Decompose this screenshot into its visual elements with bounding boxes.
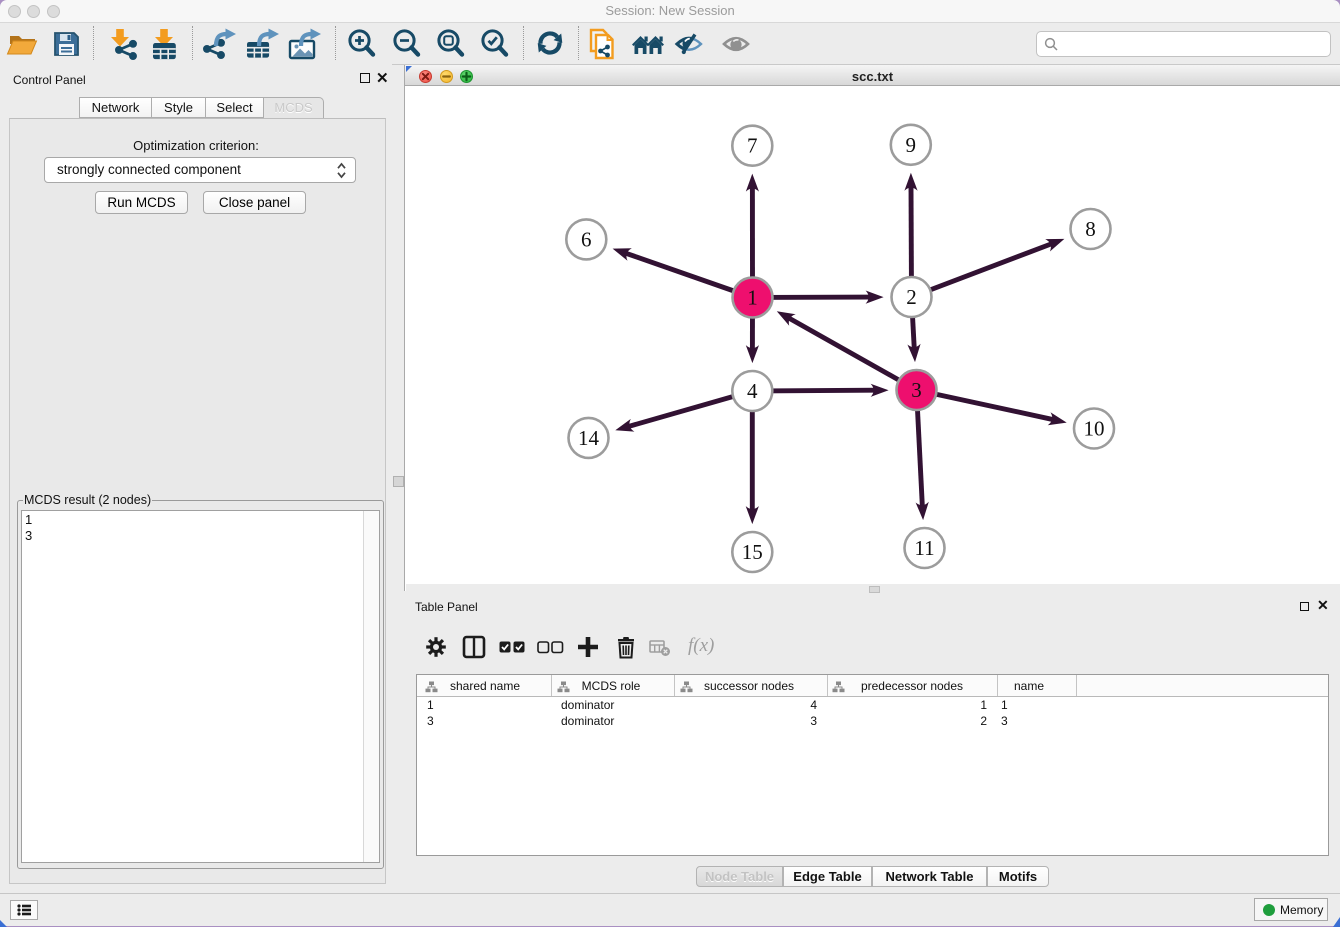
svg-text:10: 10 [1084,417,1105,441]
svg-text:14: 14 [578,426,600,450]
svg-text:7: 7 [747,134,758,158]
svg-text:2: 2 [906,285,917,309]
svg-text:1: 1 [747,286,758,310]
svg-text:4: 4 [747,379,758,403]
svg-text:8: 8 [1085,217,1096,241]
svg-text:15: 15 [742,540,763,564]
svg-text:11: 11 [914,536,934,560]
svg-text:6: 6 [581,227,592,251]
svg-text:3: 3 [911,378,922,402]
svg-text:9: 9 [906,133,917,157]
